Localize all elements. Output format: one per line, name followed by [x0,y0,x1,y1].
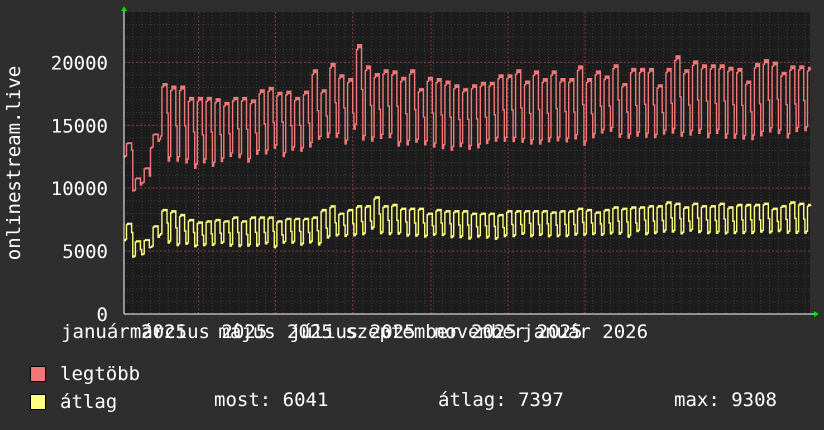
x-axis-arrow [814,311,819,317]
chart-svg: 05000100001500020000január 2025március 2… [3,6,819,343]
y-axis-title: onlinestream.live [3,66,25,260]
legend-swatch-legtobb [30,366,46,382]
legend-label-legtobb: legtöbb [60,363,141,385]
legend-label-atlag: átlag [60,391,118,413]
y-tick-label: 5000 [62,241,108,263]
x-tick-label: január 2026 [522,321,648,343]
legend-item-atlag: átlag [30,391,117,413]
legend-item-legtobb: legtöbb [30,363,140,385]
y-tick-label: 20000 [51,52,108,74]
y-tick-label: 10000 [51,178,108,200]
stat-current: most: 6041 [214,389,329,411]
stat-average: átlag: 7397 [438,389,564,411]
legend-swatch-atlag [30,394,46,410]
y-tick-label: 15000 [51,115,108,137]
y-axis-arrow [121,6,127,11]
stat-maximum: max: 9308 [674,389,777,411]
